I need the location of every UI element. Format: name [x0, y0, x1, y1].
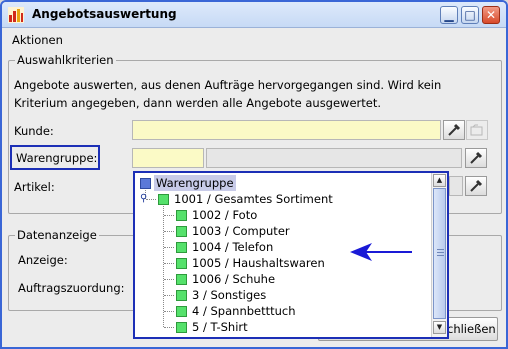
grip-line	[437, 249, 444, 250]
tree-item-label: 1004 / Telefon	[192, 240, 274, 254]
category-node-icon	[176, 322, 187, 333]
close-window-button[interactable]: ✕	[482, 6, 500, 24]
tree-parent-label: 1001 / Gesamtes Sortiment	[174, 192, 333, 206]
artikel-label: Artikel:	[14, 180, 55, 194]
warengruppe-name-field	[206, 148, 462, 168]
tree-item-label: 1002 / Foto	[192, 208, 258, 222]
selection-legend: Auswahlkriterien	[15, 53, 116, 67]
tree-item-label: 3 / Sonstiges	[192, 288, 267, 302]
close-button-label: chließen	[447, 322, 496, 336]
folder-refresh-icon	[470, 124, 483, 136]
warengruppe-label: Warengruppe:	[16, 151, 98, 165]
category-node-icon	[158, 194, 169, 205]
tree-root-label: Warengruppe	[154, 175, 236, 191]
tree-guide-h	[146, 199, 156, 200]
category-node-icon	[176, 258, 187, 269]
kunde-extra-button[interactable]	[466, 120, 488, 140]
category-node-icon	[176, 210, 187, 221]
data-display-legend: Datenanzeige	[15, 228, 99, 242]
tree-scrollbar[interactable]: ▲ ▼	[431, 173, 447, 337]
tree-item-label: 4 / Spannbetttuch	[192, 304, 296, 318]
minimize-icon: ▁	[444, 8, 454, 22]
category-node-icon	[176, 226, 187, 237]
category-node-icon	[176, 306, 187, 317]
pipette-icon	[448, 123, 461, 136]
tree-item-label: 1006 / Schuhe	[192, 272, 276, 286]
grip-line	[437, 255, 444, 256]
bar-chart-icon	[8, 7, 24, 23]
scroll-up-button[interactable]: ▲	[433, 174, 446, 187]
pipette-icon	[470, 151, 483, 164]
selection-description: Angebote auswerten, aus denen Aufträge h…	[14, 78, 442, 110]
tree-item-label: 5 / T-Shirt	[192, 320, 248, 334]
tree-guide-h	[164, 231, 174, 232]
artikel-lookup-button[interactable]	[465, 176, 487, 196]
annotation-arrow-icon	[350, 243, 412, 261]
tree-guide-h	[164, 279, 174, 280]
scroll-thumb[interactable]	[433, 188, 446, 319]
title-bar[interactable]: Angebotsauswertung ▁ □ ✕	[2, 2, 506, 28]
kunde-label: Kunde:	[14, 124, 54, 138]
menu-bar: Aktionen	[2, 29, 506, 49]
menu-aktionen[interactable]: Aktionen	[12, 33, 63, 47]
tree-guide-h	[164, 247, 174, 248]
kunde-input[interactable]	[132, 120, 441, 140]
tree-guide-h	[164, 215, 174, 216]
category-node-icon	[176, 274, 187, 285]
close-icon: ✕	[485, 8, 497, 22]
tree-item-label: 1005 / Haushaltswaren	[192, 256, 325, 270]
tree-guide-h	[164, 295, 174, 296]
minimize-button[interactable]: ▁	[440, 6, 458, 24]
folder-icon	[140, 178, 151, 189]
category-node-icon	[176, 290, 187, 301]
pipette-icon	[470, 179, 483, 192]
auftragszuordnung-label: Auftragszuordung:	[18, 281, 125, 295]
category-node-icon	[176, 242, 187, 253]
tree-item-label: 1003 / Computer	[192, 224, 290, 238]
kunde-lookup-button[interactable]	[443, 120, 465, 140]
app-window: Angebotsauswertung ▁ □ ✕ Aktionen Auswah…	[0, 0, 508, 349]
scroll-down-button[interactable]: ▼	[433, 321, 446, 334]
warengruppe-lookup-button[interactable]	[465, 148, 487, 168]
tree-guide-h	[164, 263, 174, 264]
tree-guide-children	[163, 203, 164, 327]
maximize-icon: □	[464, 8, 476, 22]
tree-guide-h	[164, 311, 174, 312]
artikel-name-field	[449, 176, 463, 196]
anzeige-label: Anzeige:	[18, 253, 68, 267]
grip-line	[437, 252, 444, 253]
warengruppe-code-input[interactable]	[132, 148, 204, 168]
window-title: Angebotsauswertung	[32, 7, 177, 21]
maximize-button[interactable]: □	[461, 6, 479, 24]
tree-guide-h	[164, 327, 174, 328]
